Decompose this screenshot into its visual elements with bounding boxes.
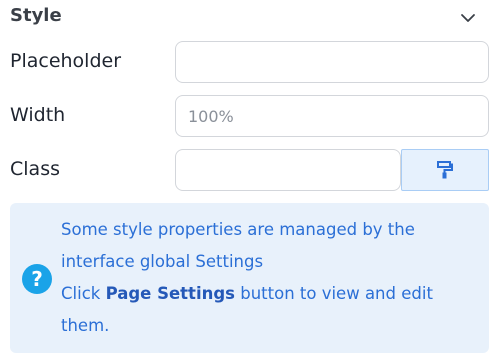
- width-input[interactable]: [176, 96, 488, 136]
- placeholder-input[interactable]: [176, 42, 488, 82]
- class-style-button[interactable]: [401, 149, 489, 191]
- info-notice: ? Some style properties are managed by t…: [10, 203, 489, 353]
- class-label: Class: [10, 158, 60, 180]
- class-field-box: [175, 149, 401, 191]
- chevron-down-icon[interactable]: [459, 9, 477, 27]
- style-section-header[interactable]: Style: [10, 0, 490, 34]
- class-input[interactable]: [176, 150, 400, 190]
- paint-roller-icon: [437, 161, 453, 179]
- info-line-1: Some style properties are managed by the…: [61, 220, 415, 271]
- info-line-2-prefix: Click: [61, 284, 106, 303]
- question-icon: ?: [22, 264, 52, 294]
- section-title: Style: [10, 5, 62, 26]
- placeholder-field-box: [175, 41, 489, 83]
- placeholder-label: Placeholder: [10, 50, 122, 72]
- info-text: Some style properties are managed by the…: [61, 214, 471, 342]
- width-field-box: [175, 95, 489, 137]
- page-settings-reference: Page Settings: [105, 284, 235, 303]
- width-label: Width: [10, 104, 66, 126]
